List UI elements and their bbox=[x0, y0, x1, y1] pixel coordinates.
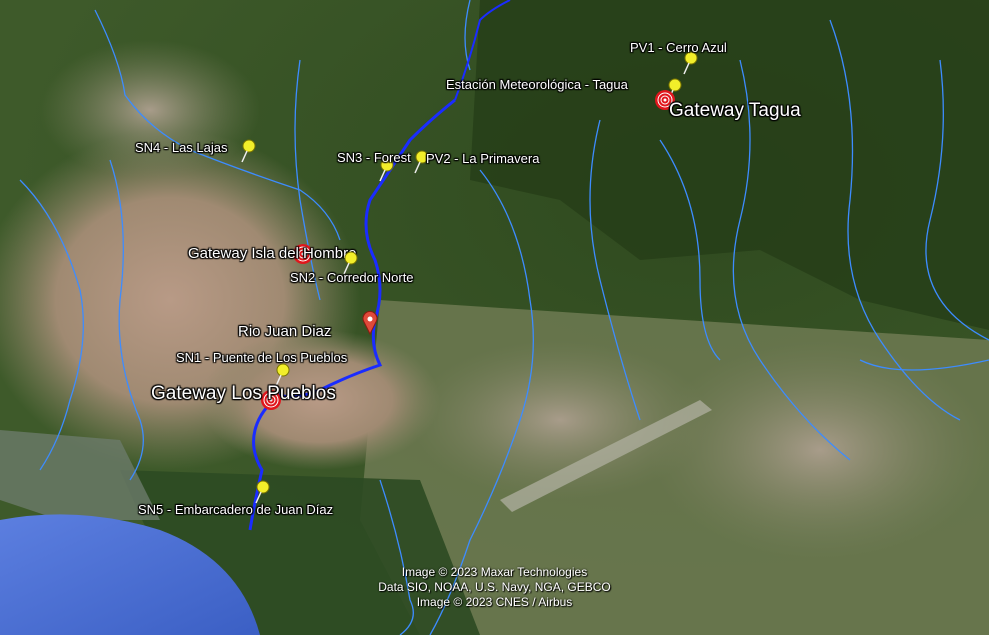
rio-label: Rio Juan Diaz bbox=[238, 323, 332, 340]
pv2-label: PV2 - La Primavera bbox=[426, 151, 540, 166]
sn1-label: SN1 - Puente de Los Pueblos bbox=[176, 350, 348, 365]
sn3-label: SN3 - Forest bbox=[337, 150, 411, 165]
satellite-map[interactable] bbox=[0, 0, 989, 635]
urban-area-east bbox=[650, 340, 989, 560]
gateway-tagua-label: Gateway Tagua bbox=[669, 100, 801, 121]
estacion-label: Estación Meteorológica - Tagua bbox=[446, 77, 628, 92]
attribution-line-1: Image © 2023 Maxar Technologies bbox=[401, 565, 588, 579]
sn2-label: SN2 - Corredor Norte bbox=[290, 270, 414, 285]
gateway-isla-label: Gateway Isla del Hombre bbox=[188, 245, 357, 262]
attribution-line-3: Image © 2023 CNES / Airbus bbox=[416, 595, 573, 609]
pushpin-icon[interactable] bbox=[238, 138, 260, 164]
gateway-los-pueblos-label: Gateway Los Pueblos bbox=[151, 383, 336, 404]
urban-area-north bbox=[40, 40, 260, 180]
location-pin-icon[interactable] bbox=[362, 311, 378, 335]
sn5-label: SN5 - Embarcadero de Juan Díaz bbox=[138, 502, 334, 517]
attribution-line-2: Data SIO, NOAA, U.S. Navy, NGA, GEBCO bbox=[378, 580, 611, 594]
sn4-label: SN4 - Las Lajas bbox=[135, 140, 228, 155]
pv1-label: PV1 - Cerro Azul bbox=[630, 40, 727, 55]
